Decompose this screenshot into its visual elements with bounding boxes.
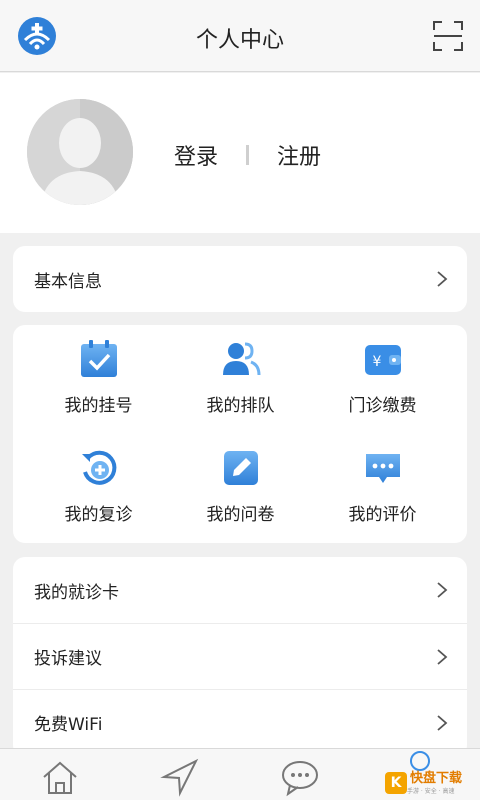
wallet-yuan-icon: ¥	[364, 345, 401, 375]
service-label: 我的复诊	[64, 505, 133, 525]
questionnaire-edit-icon	[223, 451, 258, 485]
scan-icon[interactable]	[432, 20, 464, 52]
menu-item-label: 我的就诊卡	[34, 582, 119, 603]
service-label: 我的挂号	[64, 396, 133, 416]
basic-info-card[interactable]: 基本信息	[13, 246, 467, 312]
chevron-right-icon	[437, 582, 448, 598]
menu-item-label: 免费WiFi	[34, 715, 103, 735]
chevron-right-icon	[437, 649, 448, 665]
menu-item-free-wifi[interactable]: 免费WiFi	[13, 689, 467, 755]
menu-item-complaints[interactable]: 投诉建议	[13, 623, 467, 689]
default-avatar-icon[interactable]	[27, 99, 133, 205]
menu-card: 我的就诊卡 投诉建议 免费WiFi	[13, 557, 467, 757]
message-icon[interactable]	[280, 757, 320, 797]
queue-people-icon	[222, 342, 260, 376]
watermark-text: 快盘下载 手游 · 安全 · 高速	[407, 772, 462, 795]
watermark-title: 快盘下载	[410, 770, 463, 786]
header-bar: 个人中心	[0, 0, 480, 72]
service-my-registration[interactable]: 我的挂号	[23, 325, 174, 434]
service-label: 我的评价	[348, 505, 417, 525]
service-my-revisit[interactable]: 我的复诊	[23, 434, 174, 543]
menu-item-visit-card[interactable]: 我的就诊卡	[13, 557, 467, 623]
services-card: 我的挂号 我的排队 ¥ 门诊缴费 我的复诊 我的问卷 我的评价	[13, 325, 467, 543]
service-my-review[interactable]: 我的评价	[307, 434, 458, 543]
basic-info-row[interactable]: 基本信息	[13, 246, 467, 312]
register-link[interactable]: 注册	[277, 139, 321, 171]
svg-text:¥: ¥	[372, 354, 381, 370]
login-link[interactable]: 登录	[174, 139, 218, 171]
service-label: 我的问卷	[206, 505, 275, 525]
calendar-check-icon	[80, 340, 117, 377]
download-site-watermark: K 快盘下载 手游 · 安全 · 高速	[385, 768, 477, 798]
divider	[246, 145, 250, 165]
services-grid: 我的挂号 我的排队 ¥ 门诊缴费 我的复诊 我的问卷 我的评价	[13, 325, 467, 543]
watermark-logo: K	[385, 772, 407, 794]
comment-bubble-icon	[365, 454, 400, 483]
service-my-questionnaire[interactable]: 我的问卷	[165, 434, 316, 543]
chevron-right-icon	[437, 715, 448, 731]
service-label: 我的排队	[206, 396, 275, 416]
page-title: 个人中心	[195, 28, 284, 53]
basic-info-label: 基本信息	[34, 271, 102, 292]
service-outpatient-payment[interactable]: ¥ 门诊缴费	[307, 325, 458, 434]
service-my-queue[interactable]: 我的排队	[165, 325, 316, 434]
service-label: 门诊缴费	[348, 396, 417, 416]
watermark-subtitle: 手游 · 安全 · 高速	[407, 787, 455, 795]
menu-item-label: 投诉建议	[34, 649, 102, 669]
auth-links: 登录 注册	[174, 139, 321, 171]
navigation-icon[interactable]	[160, 757, 200, 797]
chevron-right-icon	[437, 271, 448, 287]
profile-section: 登录 注册	[0, 73, 480, 233]
revisit-plus-icon	[81, 450, 116, 485]
home-icon[interactable]	[40, 757, 80, 797]
